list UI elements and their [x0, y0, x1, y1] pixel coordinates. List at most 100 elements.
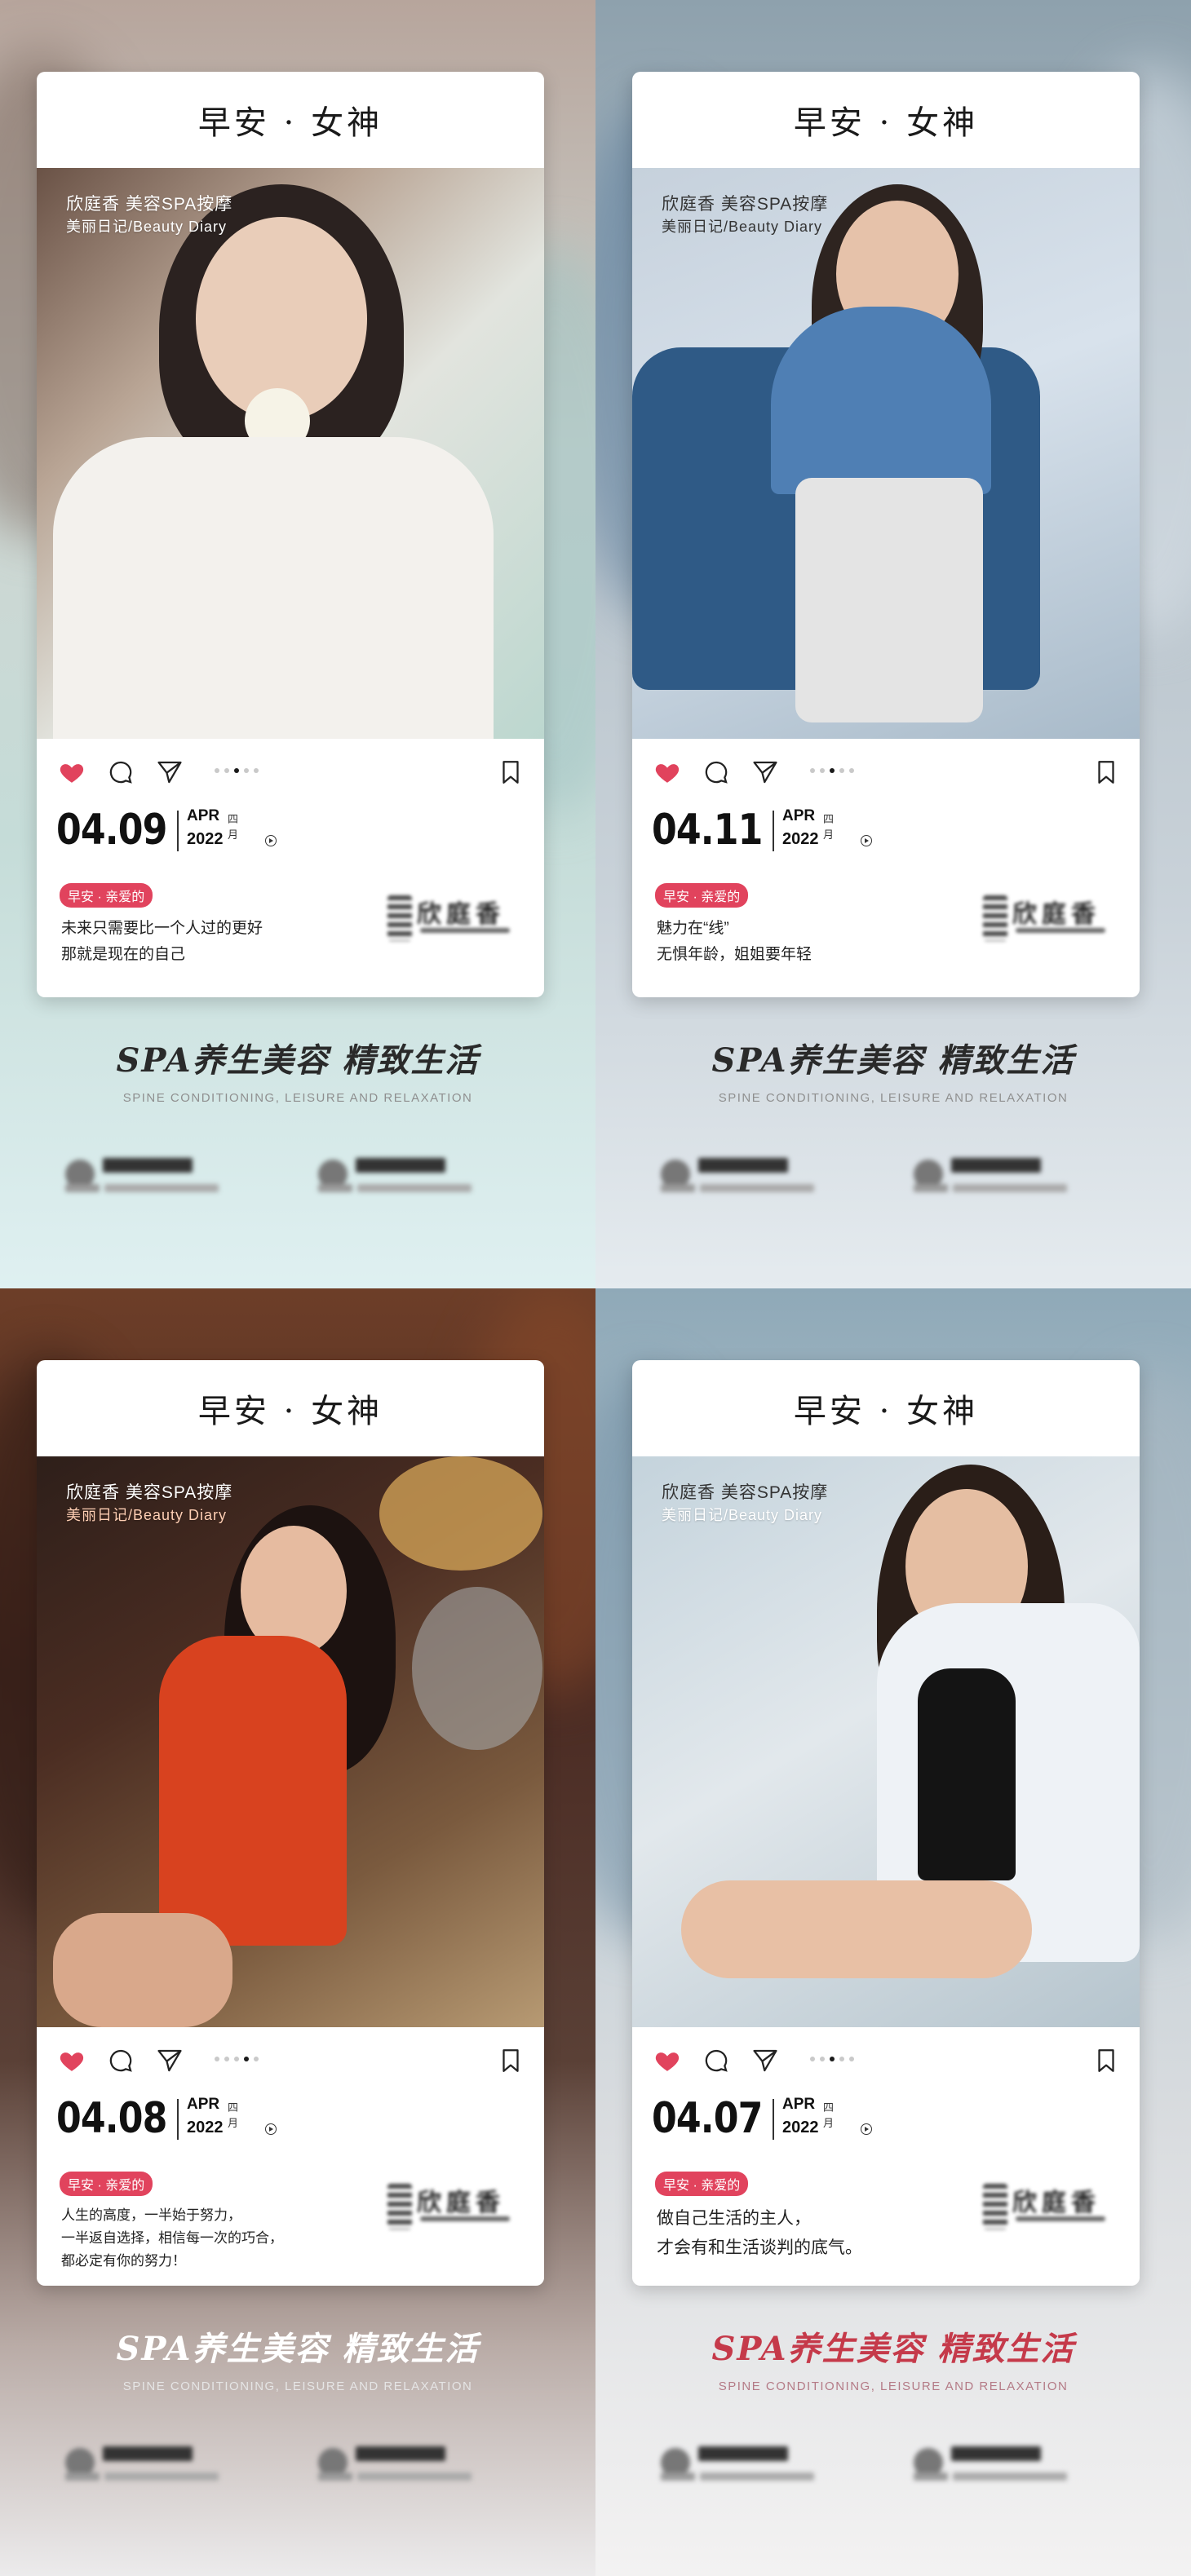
send-icon[interactable] — [751, 2047, 779, 2074]
carousel-dots — [215, 2057, 259, 2061]
card-title: 早安 · 女神 — [793, 1393, 979, 1430]
post-card: 早安 · 女神 欣庭香 美容SPA按摩 美丽日记/Beauty Diary 04… — [632, 72, 1140, 997]
action-bar — [37, 2027, 544, 2092]
comment-icon[interactable] — [107, 2047, 135, 2074]
card-title: 早安 · 女神 — [197, 1393, 383, 1430]
message-line: 一半返自选择，相信每一次的巧合， — [61, 2230, 283, 2246]
poster-0408: 早安 · 女神 欣庭香 美容SPA按摩 美丽日记/Beauty Diary 04… — [0, 1288, 596, 2576]
brand-text: 欣庭香 美容SPA按摩 — [662, 195, 829, 214]
slogan: SPA养生美容 精致生活 — [711, 1041, 1075, 1080]
play-icon[interactable] — [265, 835, 277, 846]
diary-text: 美丽日记/Beauty Diary — [662, 1507, 823, 1523]
card-title: 早安 · 女神 — [793, 104, 979, 142]
slogan: SPA养生美容 精致生活 — [116, 1041, 480, 1080]
date-month: APR — [782, 807, 816, 824]
brand-logo: 欣庭香 — [983, 2176, 1122, 2241]
post-card: 早安 · 女神 欣庭香 美容SPA按摩 美丽日记/Beauty Diary 04… — [632, 1360, 1140, 2286]
poster-0407: 早安 · 女神 欣庭香 美容SPA按摩 美丽日记/Beauty Diary 04… — [596, 1288, 1191, 2576]
slogan-en: SPINE CONDITIONING, LEISURE AND RELAXATI… — [122, 2379, 473, 2393]
date-month-cn: 四月 — [823, 2101, 835, 2129]
action-bar — [632, 2027, 1140, 2092]
slogan-en: SPINE CONDITIONING, LEISURE AND RELAXATI… — [122, 1091, 473, 1105]
action-bar — [632, 739, 1140, 804]
play-icon[interactable] — [861, 835, 872, 846]
comment-icon[interactable] — [702, 758, 730, 786]
slogan: SPA养生美容 精致生活 — [116, 2330, 480, 2368]
date-year: 2022 — [187, 830, 224, 848]
contact-phone-blurred — [65, 2445, 228, 2494]
carousel-dots — [215, 768, 259, 773]
comment-icon[interactable] — [107, 758, 135, 786]
message-text: 未来只需要比一个人过的更好 那就是现在的自己 — [61, 916, 339, 968]
message-line: 人生的高度，一半始于努力， — [61, 2207, 241, 2223]
slogan-en: SPINE CONDITIONING, LEISURE AND RELAXATI… — [718, 1091, 1069, 1105]
brand-text: 欣庭香 美容SPA按摩 — [66, 1483, 233, 1502]
brand-logo: 欣庭香 — [387, 2176, 526, 2241]
greeting-tag: 早安 · 亲爱的 — [655, 2172, 749, 2196]
date-month-cn: 四月 — [823, 813, 835, 841]
message-line: 未来只需要比一个人过的更好 — [61, 920, 263, 937]
contact-address-blurred — [318, 1156, 481, 1205]
play-icon[interactable] — [861, 2123, 872, 2135]
date-month: APR — [187, 807, 220, 824]
comment-icon[interactable] — [702, 2047, 730, 2074]
heart-icon[interactable] — [58, 2047, 86, 2074]
carousel-dots — [810, 2057, 854, 2061]
message-line: 都必定有你的努力！ — [61, 2253, 186, 2269]
message-line: 无惧年龄，姐姐要年轻 — [657, 946, 812, 963]
message-line: 做自己生活的主人， — [657, 2209, 811, 2228]
message-text: 魅力在“线” 无惧年龄，姐姐要年轻 — [657, 916, 934, 968]
brand-logo: 欣庭香 — [387, 887, 526, 952]
bookmark-icon[interactable] — [1092, 758, 1120, 786]
card-title: 早安 · 女神 — [197, 104, 383, 142]
send-icon[interactable] — [751, 758, 779, 786]
date-day: 04.08 — [56, 2094, 167, 2143]
diary-text: 美丽日记/Beauty Diary — [66, 1507, 228, 1523]
date-day: 04.07 — [652, 2094, 763, 2143]
date-day: 04.11 — [652, 806, 763, 855]
slogan-en: SPINE CONDITIONING, LEISURE AND RELAXATI… — [718, 2379, 1069, 2393]
portrait-photo: 欣庭香 美容SPA按摩 美丽日记/Beauty Diary — [37, 1456, 544, 2027]
greeting-tag: 早安 · 亲爱的 — [60, 883, 153, 908]
brand-logo: 欣庭香 — [983, 887, 1122, 952]
date-month: APR — [187, 2096, 220, 2113]
date-month-cn: 四月 — [228, 813, 239, 841]
contact-address-blurred — [318, 2445, 481, 2494]
action-bar — [37, 739, 544, 804]
greeting-tag: 早安 · 亲爱的 — [60, 2172, 153, 2196]
contact-phone-blurred — [65, 1156, 228, 1205]
diary-text: 美丽日记/Beauty Diary — [662, 219, 823, 235]
bookmark-icon[interactable] — [1092, 2047, 1120, 2074]
brand-text: 欣庭香 美容SPA按摩 — [66, 195, 233, 214]
play-icon[interactable] — [265, 2123, 277, 2135]
bookmark-icon[interactable] — [497, 758, 525, 786]
post-card: 早安 · 女神 欣庭香 美容SPA按摩 美丽日记/Beauty Diary 04… — [37, 72, 544, 997]
carousel-dots — [810, 768, 854, 773]
slogan: SPA养生美容 精致生活 — [711, 2330, 1075, 2368]
contact-phone-blurred — [661, 1156, 824, 1205]
message-line: 魅力在“线” — [657, 920, 729, 937]
message-text: 人生的高度，一半始于努力， 一半返自选择，相信每一次的巧合， 都必定有你的努力！ — [61, 2204, 339, 2273]
send-icon[interactable] — [156, 2047, 184, 2074]
message-line: 那就是现在的自己 — [61, 946, 186, 963]
date-year: 2022 — [782, 2119, 819, 2136]
bookmark-icon[interactable] — [497, 2047, 525, 2074]
date-month-cn: 四月 — [228, 2101, 239, 2129]
portrait-photo: 欣庭香 美容SPA按摩 美丽日记/Beauty Diary — [632, 168, 1140, 739]
date-year: 2022 — [187, 2119, 224, 2136]
diary-text: 美丽日记/Beauty Diary — [66, 219, 228, 235]
heart-icon[interactable] — [653, 758, 681, 786]
message-text: 做自己生活的主人， 才会有和生活谈判的底气。 — [657, 2204, 934, 2263]
contact-phone-blurred — [661, 2445, 824, 2494]
poster-0411: 早安 · 女神 欣庭香 美容SPA按摩 美丽日记/Beauty Diary 04… — [596, 0, 1191, 1288]
message-line: 才会有和生活谈判的底气。 — [657, 2238, 862, 2257]
send-icon[interactable] — [156, 758, 184, 786]
heart-icon[interactable] — [58, 758, 86, 786]
date-month: APR — [782, 2096, 816, 2113]
portrait-photo: 欣庭香 美容SPA按摩 美丽日记/Beauty Diary — [37, 168, 544, 739]
contact-address-blurred — [914, 2445, 1077, 2494]
heart-icon[interactable] — [653, 2047, 681, 2074]
post-card: 早安 · 女神 欣庭香 美容SPA按摩 美丽日记/Beauty Diary 04… — [37, 1360, 544, 2286]
date-year: 2022 — [782, 830, 819, 848]
brand-text: 欣庭香 美容SPA按摩 — [662, 1483, 829, 1502]
